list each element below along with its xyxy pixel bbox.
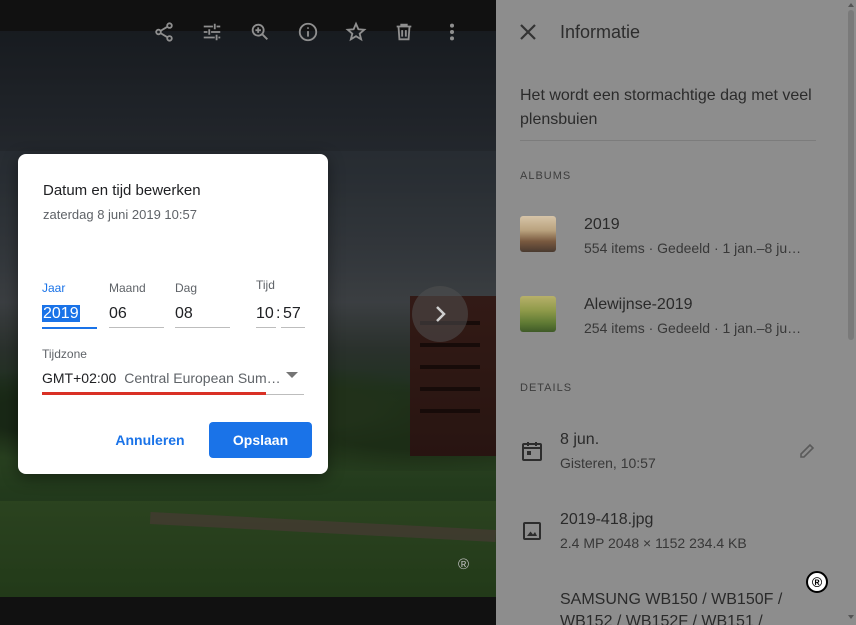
- hour-underline: [256, 327, 276, 328]
- zoom-in-icon[interactable]: [236, 0, 284, 64]
- info-panel: Informatie Het wordt een stormachtige da…: [496, 0, 856, 625]
- scroll-up-icon[interactable]: [846, 0, 856, 10]
- info-header: Informatie: [496, 0, 856, 64]
- timezone-label: Tijdzone: [42, 347, 87, 361]
- album-thumbnail: [520, 216, 556, 252]
- tune-icon[interactable]: [188, 0, 236, 64]
- year-underline: [42, 327, 97, 329]
- file-meta: 2.4 MP 2048 × 1152 234.4 KB: [560, 535, 747, 551]
- date-sub: Gisteren, 10:57: [560, 455, 656, 471]
- viewer-toolbar: [0, 0, 496, 64]
- trash-icon[interactable]: [380, 0, 428, 64]
- file-name: 2019-418.jpg: [560, 511, 654, 528]
- scrollbar-thumb[interactable]: [848, 10, 854, 340]
- month-underline: [109, 327, 164, 328]
- month-label: Maand: [109, 281, 146, 295]
- registered-mark: ®: [806, 571, 828, 593]
- day-underline: [175, 327, 230, 328]
- more-vert-icon[interactable]: [428, 0, 476, 64]
- next-photo-button[interactable]: [412, 286, 468, 342]
- month-field[interactable]: 06: [109, 305, 127, 323]
- scroll-down-icon[interactable]: [846, 612, 856, 622]
- save-button[interactable]: Opslaan: [209, 422, 312, 458]
- image-icon: [520, 519, 544, 543]
- albums-section-label: ALBUMS: [520, 170, 572, 182]
- close-icon[interactable]: [496, 0, 560, 64]
- timezone-select[interactable]: GMT+02:00 Central European Sum…: [42, 370, 304, 392]
- time-label: Tijd: [256, 278, 275, 292]
- photo-watermark: ®: [458, 556, 470, 573]
- album-row[interactable]: Alewijnse-2019 254 items · Gedeeld · 1 j…: [520, 296, 856, 356]
- album-meta: 554 items · Gedeeld · 1 jan.–8 ju…: [584, 240, 802, 256]
- time-separator: :: [276, 305, 281, 322]
- info-title: Informatie: [560, 21, 641, 42]
- calendar-icon: [520, 439, 544, 463]
- edit-pencil-icon[interactable]: [798, 442, 816, 460]
- dialog-subtitle: zaterdag 8 juni 2019 10:57: [43, 207, 197, 222]
- year-field[interactable]: 2019: [42, 305, 80, 323]
- edit-datetime-dialog: Datum en tijd bewerken zaterdag 8 juni 2…: [18, 154, 328, 474]
- chevron-right-icon: [436, 306, 446, 322]
- camera-model-line2: WB152 / WB152F / WB151 /: [560, 613, 763, 625]
- album-meta: 254 items · Gedeeld · 1 jan.–8 ju…: [584, 320, 802, 336]
- timezone-error-underline: [42, 392, 266, 395]
- album-thumbnail: [520, 296, 556, 332]
- timezone-name: Central European Sum…: [124, 370, 281, 386]
- year-value: 2019: [42, 305, 80, 322]
- camera-icon: [520, 621, 544, 625]
- album-name: Alewijnse-2019: [584, 296, 693, 313]
- camera-model-line1: SAMSUNG WB150 / WB150F /: [560, 591, 783, 608]
- date-main: 8 jun.: [560, 431, 600, 448]
- timezone-offset: GMT+02:00: [42, 370, 117, 386]
- description-field[interactable]: Het wordt een stormachtige dag met veel …: [520, 84, 816, 141]
- album-row[interactable]: 2019 554 items · Gedeeld · 1 jan.–8 ju…: [520, 216, 856, 276]
- hour-field[interactable]: 10: [256, 305, 274, 323]
- details-section-label: DETAILS: [520, 382, 573, 394]
- minute-underline: [281, 327, 305, 328]
- album-name: 2019: [584, 216, 620, 233]
- day-field[interactable]: 08: [175, 305, 193, 323]
- dropdown-caret-icon[interactable]: [286, 372, 298, 378]
- minute-field[interactable]: 57: [283, 305, 301, 323]
- cancel-button[interactable]: Annuleren: [108, 422, 192, 458]
- share-icon[interactable]: [140, 0, 188, 64]
- year-label: Jaar: [42, 281, 66, 295]
- info-icon[interactable]: [284, 0, 332, 64]
- day-label: Dag: [175, 281, 198, 295]
- star-icon[interactable]: [332, 0, 380, 64]
- dialog-title: Datum en tijd bewerken: [43, 182, 201, 199]
